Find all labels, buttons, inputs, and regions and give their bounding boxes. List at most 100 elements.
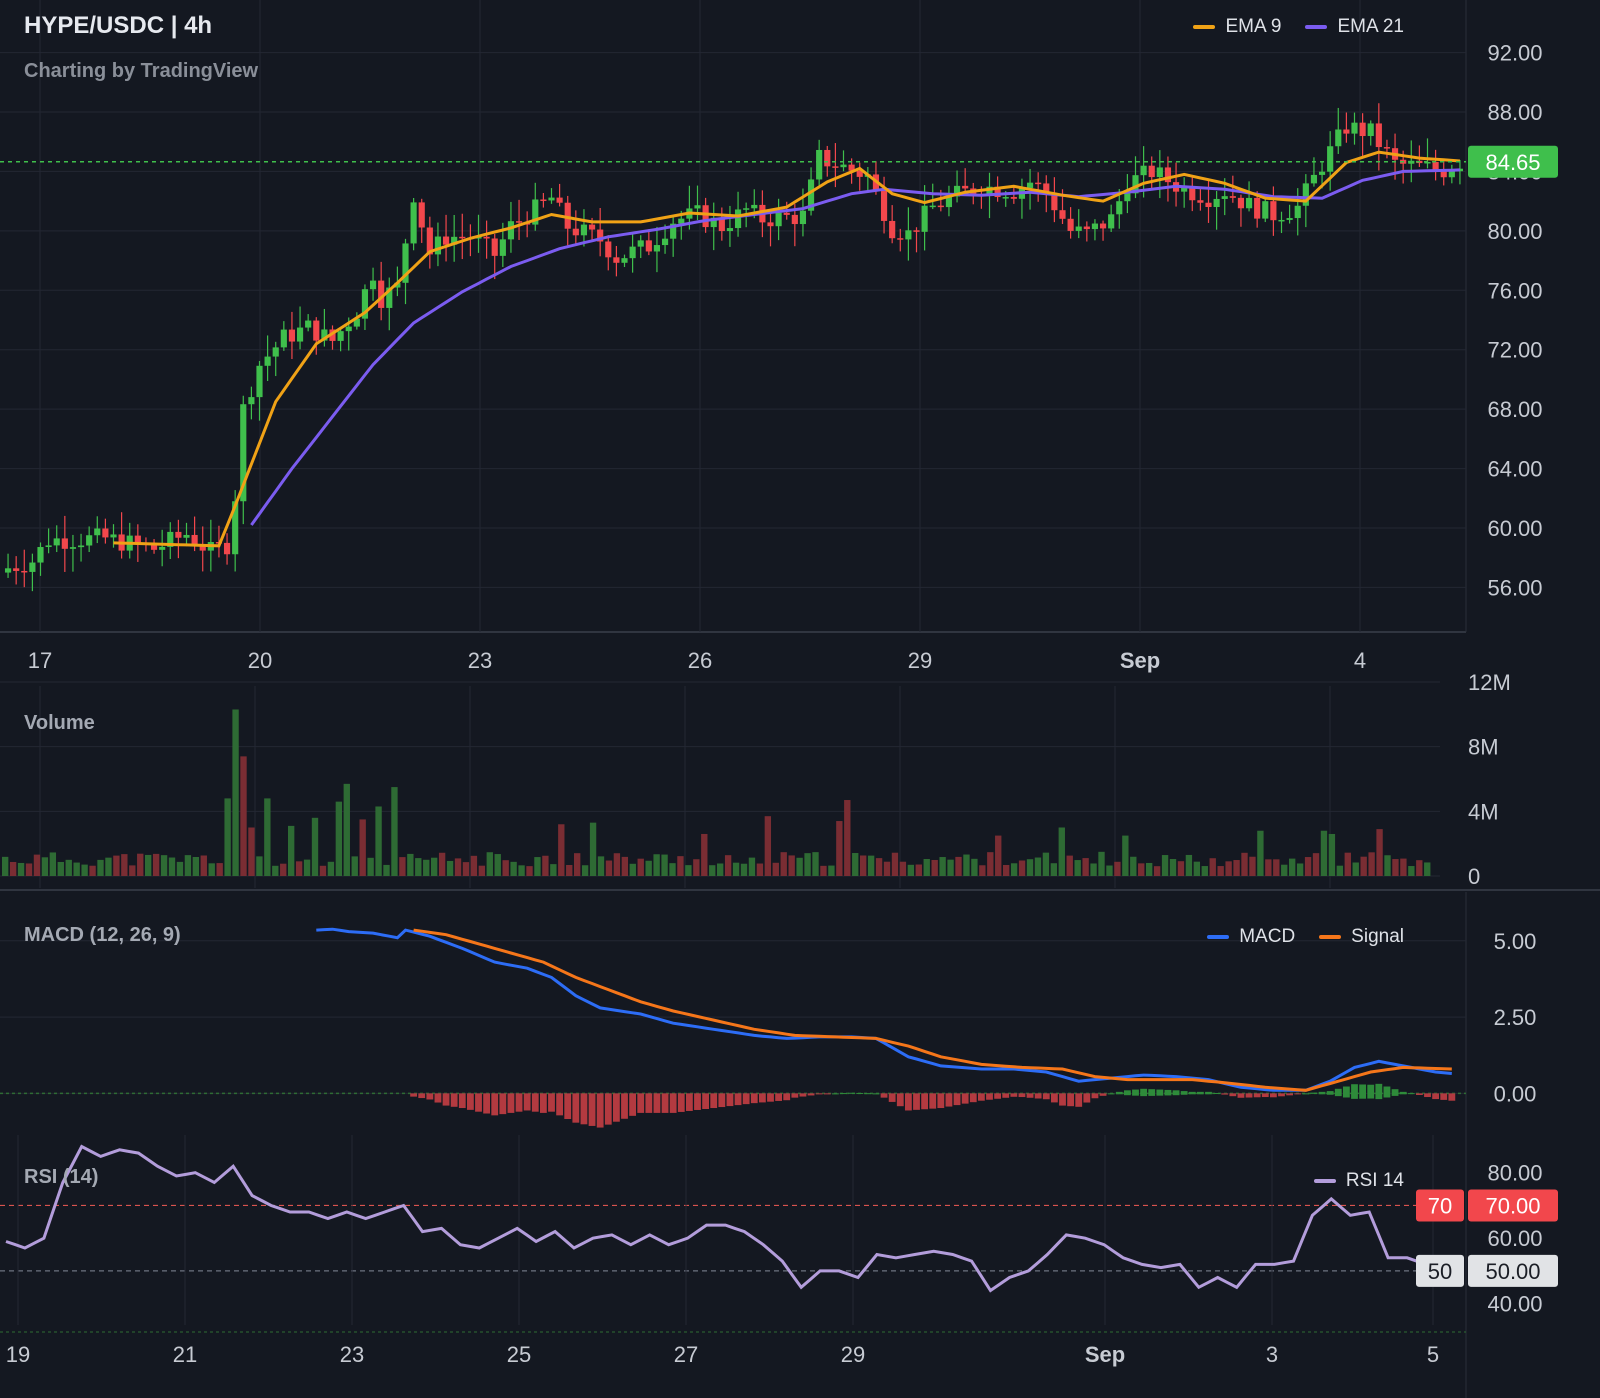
rsi-x-tick: 25 — [507, 1342, 531, 1367]
legend-ema21[interactable]: EMA 21 — [1305, 16, 1404, 38]
rsi-y-tick: 80.00 — [1487, 1161, 1542, 1186]
volume-bar — [200, 855, 207, 876]
candle-body — [621, 258, 628, 263]
volume-bar — [867, 855, 875, 876]
macd-histogram-bar — [815, 1093, 823, 1095]
candle-body — [459, 236, 466, 239]
candle-body — [572, 228, 579, 236]
candle-body — [1002, 197, 1009, 199]
volume-bar — [1138, 863, 1145, 876]
macd-histogram-bar — [564, 1093, 572, 1120]
volume-bar — [1161, 855, 1169, 876]
candle-body — [442, 236, 450, 245]
legend-macd[interactable]: MACD — [1207, 926, 1295, 948]
volume-bar — [152, 853, 160, 876]
rsi-y-tick: 40.00 — [1487, 1292, 1542, 1317]
macd-histogram-bar — [840, 1093, 847, 1095]
volume-bar — [303, 859, 311, 876]
volume-bar — [1066, 855, 1073, 876]
candle-body — [1367, 123, 1374, 137]
volume-bar — [327, 861, 335, 876]
volume-bar — [1233, 860, 1240, 876]
rsi-x-tick: 3 — [1266, 1342, 1278, 1367]
legend-ema9-label: EMA 9 — [1225, 16, 1282, 37]
candle-body — [272, 347, 279, 357]
volume-bar — [113, 855, 120, 876]
volume-bar — [351, 856, 358, 876]
volume-bar — [25, 863, 33, 876]
volume-bar — [772, 862, 779, 876]
macd-histogram-bar — [758, 1093, 766, 1103]
candle-body — [410, 202, 417, 244]
candle-body — [897, 238, 904, 240]
volume-bar — [995, 835, 1002, 876]
macd-histogram-bar — [1140, 1088, 1148, 1097]
volume-bar — [415, 858, 422, 876]
macd-histogram-bar — [994, 1093, 1002, 1099]
volume-bar — [510, 861, 517, 876]
candle-body — [824, 149, 831, 167]
candle-body — [515, 221, 523, 223]
legend-rsi-label: RSI 14 — [1345, 1170, 1404, 1191]
volume-bar — [343, 783, 350, 876]
candle-body — [110, 534, 117, 538]
volume-bar — [526, 866, 533, 876]
macd-histogram-bar — [604, 1093, 612, 1125]
candle-body — [1432, 161, 1439, 170]
candle-body — [580, 224, 588, 236]
volume-bar — [661, 854, 668, 876]
macd-histogram-bar — [1091, 1093, 1099, 1099]
rsi-y-tick: 60.00 — [1487, 1226, 1542, 1251]
macd-histogram-bar — [1432, 1093, 1440, 1100]
volume-bar — [1265, 859, 1272, 876]
signal-line — [413, 928, 1452, 1092]
volume-bar — [1249, 856, 1256, 876]
rsi-50-level-label: 50 — [1428, 1259, 1452, 1284]
volume-bar — [1003, 864, 1010, 876]
volume-bar — [97, 859, 104, 876]
macd-histogram-bar — [685, 1093, 693, 1111]
rsi-pane-title: RSI (14) — [24, 1166, 99, 1188]
volume-bar — [629, 863, 636, 876]
macd-histogram-bar — [1180, 1091, 1188, 1095]
volume-bar — [272, 865, 279, 876]
legend-rsi[interactable]: RSI 14 — [1313, 1170, 1404, 1192]
candle-body — [743, 208, 750, 210]
rsi-x-tick: Sep — [1085, 1342, 1125, 1367]
macd-histogram-bar — [588, 1093, 596, 1126]
signal-swatch — [1319, 935, 1342, 939]
price-y-tick: 68.00 — [1487, 397, 1542, 422]
volume-bar — [860, 855, 867, 876]
macd-histogram-bar — [856, 1092, 864, 1094]
volume-bar — [963, 854, 970, 876]
price-y-tick: 88.00 — [1487, 100, 1542, 125]
volume-bar — [732, 862, 740, 876]
volume-bar — [1328, 833, 1336, 876]
macd-histogram-bar — [767, 1093, 774, 1102]
volume-bar — [907, 864, 915, 876]
macd-histogram-bar — [556, 1093, 564, 1116]
volume-bar — [597, 856, 605, 876]
macd-histogram-bar — [1326, 1091, 1334, 1095]
candle-body — [921, 205, 928, 232]
volume-bar — [1130, 856, 1137, 876]
candle-body — [694, 205, 701, 209]
symbol-title[interactable]: HYPE/USDC | 4h — [24, 12, 212, 40]
macd-y-tick: 2.50 — [1494, 1005, 1537, 1030]
macd-histogram-bar — [880, 1093, 888, 1098]
legend-signal[interactable]: Signal — [1319, 926, 1404, 948]
macd-histogram-bar — [1424, 1093, 1431, 1098]
candle-body — [1270, 201, 1277, 221]
price-x-tick: 29 — [908, 648, 932, 673]
macd-histogram-bar — [418, 1093, 426, 1099]
volume-bar — [1312, 853, 1320, 876]
macd-histogram-bar — [969, 1093, 977, 1103]
volume-bar — [176, 861, 184, 876]
legend-ema9[interactable]: EMA 9 — [1193, 16, 1281, 38]
volume-bar — [160, 855, 168, 876]
price-x-tick: Sep — [1120, 648, 1160, 673]
rsi-50-value-label: 50.00 — [1485, 1259, 1540, 1284]
volume-bar — [915, 864, 922, 876]
price-x-tick: 20 — [248, 648, 272, 673]
volume-bar — [1241, 852, 1248, 876]
